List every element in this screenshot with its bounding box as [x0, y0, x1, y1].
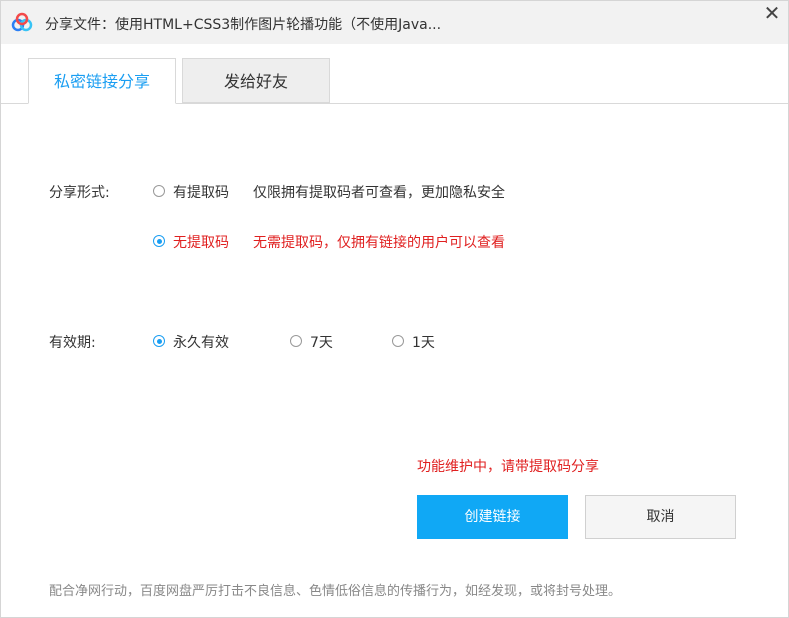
footer-notice: 配合净网行动，百度网盘严厉打击不良信息、色情低俗信息的传播行为，如经发现，或将封… — [49, 584, 622, 599]
window-title: 分享文件：使用HTML+CSS3制作图片轮播功能（不使用Java... — [45, 17, 442, 33]
option-without-code-label[interactable]: 无提取码 — [173, 232, 229, 252]
create-link-button[interactable]: 创建链接 — [417, 495, 568, 539]
close-icon[interactable]: ✕ — [762, 3, 782, 23]
radio-permanent[interactable] — [153, 335, 165, 347]
share-form-label: 分享形式: — [49, 185, 110, 201]
radio-7-days[interactable] — [290, 335, 302, 347]
title-bar: 分享文件：使用HTML+CSS3制作图片轮播功能（不使用Java... ✕ — [1, 1, 788, 44]
option-without-code-description: 无需提取码，仅拥有链接的用户可以查看 — [253, 235, 505, 251]
option-with-code-description: 仅限拥有提取码者可查看，更加隐私安全 — [253, 185, 505, 201]
option-with-code-label[interactable]: 有提取码 — [173, 182, 229, 202]
tab-private-link[interactable]: 私密链接分享 — [28, 58, 176, 104]
option-permanent-label[interactable]: 永久有效 — [173, 332, 229, 352]
validity-label: 有效期: — [49, 335, 96, 351]
option-7-days-label[interactable]: 7天 — [310, 332, 333, 352]
radio-with-code[interactable] — [153, 185, 165, 197]
tab-send-to-friend[interactable]: 发给好友 — [182, 58, 330, 103]
cancel-button[interactable]: 取消 — [585, 495, 736, 539]
option-1-day-label[interactable]: 1天 — [412, 332, 435, 352]
baidu-netdisk-icon — [11, 12, 33, 32]
share-dialog: 分享文件：使用HTML+CSS3制作图片轮播功能（不使用Java... ✕ 私密… — [0, 0, 789, 618]
radio-without-code[interactable] — [153, 235, 165, 247]
maintenance-warning: 功能维护中，请带提取码分享 — [417, 459, 599, 475]
radio-1-day[interactable] — [392, 335, 404, 347]
